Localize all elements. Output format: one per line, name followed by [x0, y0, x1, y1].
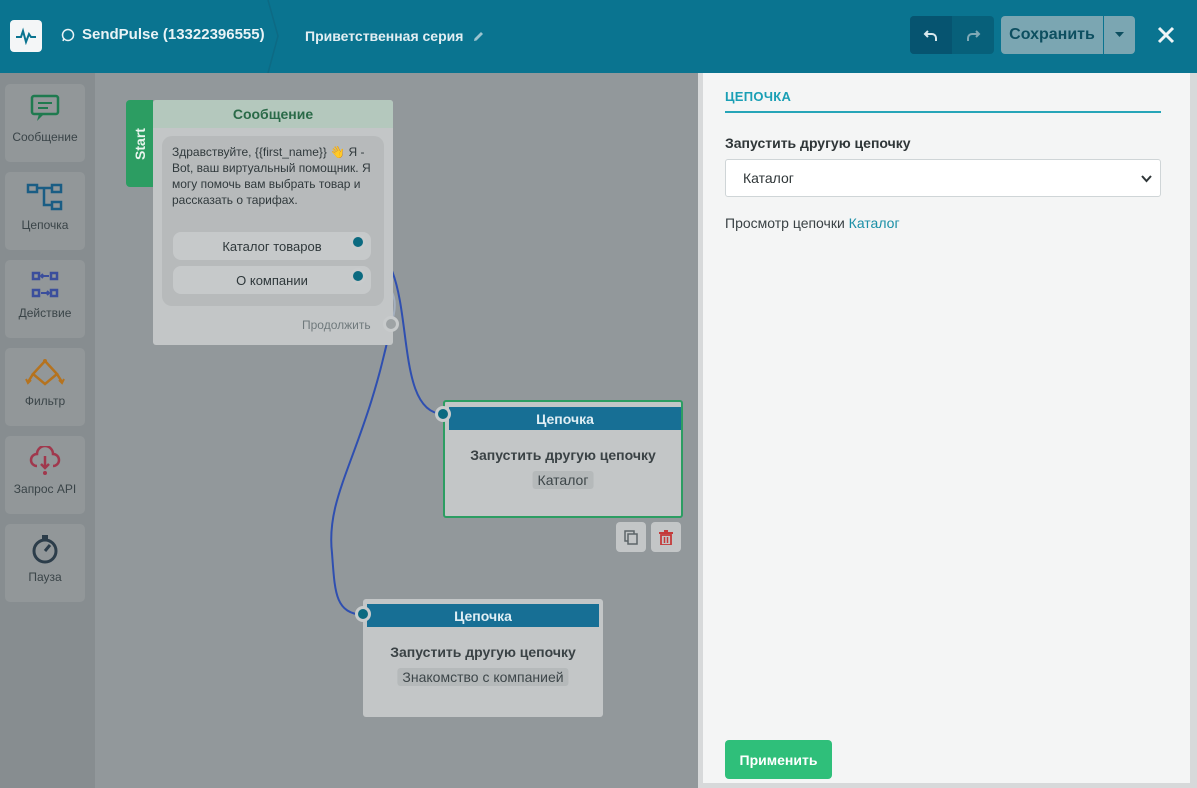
output-port-catalog[interactable] [350, 234, 366, 250]
element-toolbox: Сообщение Цепочка Действие Фильтр Запрос… [0, 73, 95, 788]
continue-label: Продолжить [302, 318, 371, 332]
chain-target-tag: Знакомство с компанией [397, 668, 569, 686]
trash-icon [659, 529, 673, 545]
chain-select[interactable]: Каталог [725, 159, 1161, 197]
duplicate-node-button[interactable] [616, 522, 646, 552]
chain-node-title: Запустить другую цепочку [390, 644, 576, 660]
bot-name[interactable]: SendPulse (13322396555) [61, 26, 265, 43]
start-label: Start [131, 127, 148, 160]
message-text: Здравствуйте, {{first_name}} 👋 Я - Bot, … [172, 145, 371, 207]
pencil-icon[interactable] [472, 30, 485, 43]
tool-api-request[interactable]: Запрос API [5, 436, 85, 514]
wire-continue [330, 323, 392, 616]
message-bubble: Здравствуйте, {{first_name}} 👋 Я - Bot, … [162, 136, 384, 306]
redo-button[interactable] [952, 16, 994, 54]
tool-label: Фильтр [24, 394, 66, 408]
copy-icon [624, 529, 638, 545]
timer-icon [32, 535, 58, 564]
message-button-catalog[interactable]: Каталог товаров [173, 232, 371, 260]
message-node-header: Сообщение [153, 100, 393, 128]
input-port-chain-catalog[interactable] [435, 406, 451, 422]
flow-name[interactable]: Приветственная серия [305, 28, 485, 44]
message-icon [30, 94, 60, 121]
chain-icon [26, 183, 63, 211]
save-options-dropdown[interactable] [1104, 16, 1135, 54]
whatsapp-icon [61, 28, 75, 41]
bot-name-label: SendPulse (13322396555) [82, 26, 265, 43]
flow-name-label: Приветственная серия [305, 28, 464, 44]
chain-node-catalog[interactable]: Цепочка Запустить другую цепочку Каталог [443, 400, 683, 518]
caret-down-icon [1115, 32, 1124, 37]
start-marker: Start [126, 100, 153, 187]
redo-icon [967, 30, 981, 41]
undo-button[interactable] [910, 16, 952, 54]
flow-canvas[interactable]: Start Сообщение Здравствуйте, {{first_na… [95, 73, 698, 788]
message-button-about[interactable]: О компании [173, 266, 371, 294]
close-icon [1157, 26, 1175, 44]
tool-label: Запрос API [13, 482, 77, 496]
apply-button[interactable]: Применить [725, 740, 832, 779]
view-chain-link[interactable]: Каталог [849, 215, 900, 231]
panel-tab-chain[interactable]: ЦЕПОЧКА [725, 89, 791, 104]
chain-select-value: Каталог [743, 170, 794, 186]
save-button[interactable]: Сохранить [1001, 16, 1103, 54]
filter-icon [25, 359, 65, 386]
app-logo[interactable] [10, 20, 42, 52]
pulse-icon [16, 27, 36, 45]
chain-target-tag: Каталог [532, 471, 594, 489]
action-icon [31, 271, 59, 298]
output-port-continue[interactable] [383, 316, 399, 332]
field-label: Запустить другую цепочку [725, 135, 911, 151]
undo-icon [923, 30, 937, 41]
tool-action[interactable]: Действие [5, 260, 85, 338]
delete-node-button[interactable] [651, 522, 681, 552]
view-chain-prefix: Просмотр цепочки [725, 215, 845, 231]
output-port-about[interactable] [350, 268, 366, 284]
close-button[interactable] [1153, 22, 1179, 48]
view-chain-line: Просмотр цепочки Каталог [725, 215, 900, 231]
chain-node-about[interactable]: Цепочка Запустить другую цепочку Знакомс… [363, 599, 603, 717]
settings-panel: ЦЕПОЧКА Запустить другую цепочку Каталог… [703, 73, 1190, 783]
scrollbar[interactable] [1190, 73, 1197, 788]
chain-node-header: Цепочка [367, 604, 599, 627]
tool-pause[interactable]: Пауза [5, 524, 85, 602]
panel-tab-underline [725, 111, 1161, 113]
message-button-label: О компании [236, 272, 308, 288]
top-bar: SendPulse (13322396555) Приветственная с… [0, 0, 1197, 73]
tool-label: Сообщение [12, 130, 78, 144]
input-port-chain-about[interactable] [355, 606, 371, 622]
chain-node-title: Запустить другую цепочку [470, 447, 656, 463]
tool-message[interactable]: Сообщение [5, 84, 85, 162]
tool-label: Пауза [28, 570, 62, 584]
message-button-label: Каталог товаров [222, 238, 322, 254]
chain-node-header: Цепочка [449, 407, 681, 430]
tool-chain[interactable]: Цепочка [5, 172, 85, 250]
message-node[interactable]: Сообщение Здравствуйте, {{first_name}} 👋… [153, 100, 399, 345]
tool-label: Цепочка [21, 218, 69, 232]
history-controls [910, 16, 994, 54]
breadcrumb-separator [267, 0, 279, 73]
api-icon [29, 446, 61, 475]
panel-bottom-border [703, 783, 1190, 788]
chevron-down-icon [1141, 175, 1152, 183]
tool-filter[interactable]: Фильтр [5, 348, 85, 426]
tool-label: Действие [18, 306, 72, 320]
